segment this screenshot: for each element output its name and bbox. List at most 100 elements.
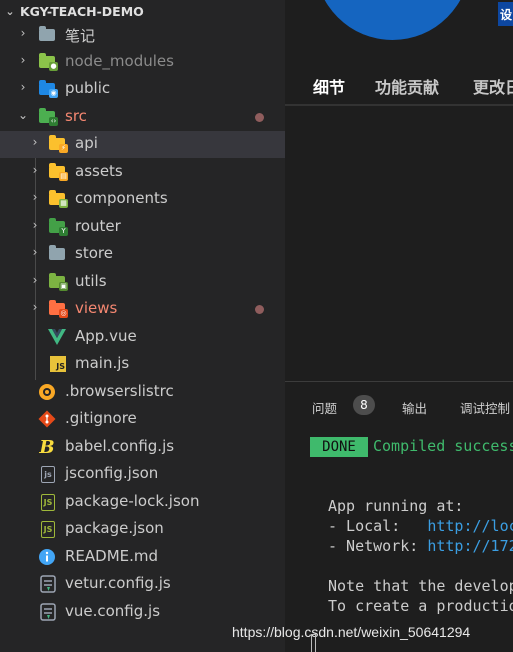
root-folder-label: KGY-TEACH-DEMO [20,3,144,19]
nodejs-icon: JS [39,493,57,511]
compiled-message: Compiled successfully [373,437,513,455]
tree-item-src[interactable]: ⌄ ‹› src [0,104,285,131]
tree-item-label: vue.config.js [65,602,161,620]
tree-item-label: vetur.config.js [65,574,171,592]
tree-item-label: main.js [75,354,130,372]
watermark-text: https://blog.csdn.net/weixin_50641294 [232,624,471,640]
tree-item-store[interactable]: › store [0,241,285,268]
tree-item-assets[interactable]: › ▤ assets [0,159,285,186]
browserslist-icon [38,383,56,401]
git-icon [38,410,56,428]
problems-count-badge: 8 [353,395,375,415]
chevron-down-icon: ⌄ [17,108,29,122]
modified-dot [255,113,264,122]
tree-item-notes[interactable]: › 笔记 [0,22,285,49]
api-folder-icon: ⚡ [48,135,68,153]
tree-item-label: src [65,107,87,125]
public-folder-icon: ◉ [38,80,58,98]
tree-item-vue-config[interactable]: vue.config.js [0,599,285,626]
config-file-icon [39,575,57,593]
tree-item-jsconfig[interactable]: js jsconfig.json [0,461,285,488]
app-running-line: App running at: [328,497,464,515]
tree-item-label: package.json [65,519,164,537]
chevron-right-icon: › [32,300,38,314]
tree-item-package-lock[interactable]: JS package-lock.json [0,489,285,516]
note-line: Note that the development build [328,577,513,595]
vue-icon [48,328,66,346]
tree-item-package-json[interactable]: JS package.json [0,516,285,543]
local-url-link[interactable]: http://localhost [427,517,513,535]
tree-item-label: router [75,217,121,235]
tree-item-label: utils [75,272,107,290]
tree-item-label: views [75,299,118,317]
jsconfig-icon: js [39,465,57,483]
modified-dot [255,305,264,314]
tab-output[interactable]: 输出 [402,398,427,417]
info-icon [38,548,56,566]
chevron-right-icon: › [20,80,26,94]
tree-item-api[interactable]: › ⚡ api [0,131,285,158]
extension-logo [315,0,470,40]
assets-folder-icon: ▤ [48,163,68,181]
tree-item-components[interactable]: › ▦ components [0,186,285,213]
tree-item-gitignore[interactable]: .gitignore [0,406,285,433]
chevron-right-icon: › [20,53,26,67]
folder-icon [48,245,66,263]
tab-changelog[interactable]: 更改日 [473,74,513,98]
chevron-right-icon: › [32,218,38,232]
network-label: - Network: [328,537,428,555]
extension-detail-tabs: 细节 功能贡献 更改日 [285,74,513,106]
tree-item-readme[interactable]: README.md [0,544,285,571]
tree-item-public[interactable]: › ◉ public [0,76,285,103]
tree-item-label: 笔记 [65,27,96,45]
node-folder-icon: ● [38,53,58,71]
folder-icon [38,26,56,44]
tree-item-label: .browserslistrc [65,382,174,400]
babel-icon: B [39,436,55,458]
tree-item-label: jsconfig.json [65,464,159,482]
tree-item-label: assets [75,162,123,180]
tree-item-label: store [75,244,113,262]
chevron-down-icon: ⌄ [5,4,15,18]
tree-item-browserslistrc[interactable]: .browserslistrc [0,379,285,406]
tree-item-node-modules[interactable]: › ● node_modules [0,49,285,76]
tree-item-label: App.vue [75,327,137,345]
tree-item-babel-config[interactable]: B babel.config.js [0,434,285,461]
tree-item-label: api [75,134,98,152]
network-line: - Network: http://172 [328,537,513,555]
components-folder-icon: ▦ [48,190,68,208]
config-file-icon [39,603,57,621]
javascript-icon: JS [49,355,67,373]
tab-problems[interactable]: 问题 [312,398,337,417]
views-folder-icon: ◎ [48,300,68,318]
done-badge: DONE [310,437,368,457]
tree-item-main-js[interactable]: JS main.js [0,351,285,378]
router-folder-icon: Y [48,218,68,236]
chevron-right-icon: › [32,190,38,204]
tree-item-label: README.md [65,547,159,565]
local-line: - Local: http://localhost [328,517,513,535]
settings-sticker[interactable]: 设 [498,2,513,26]
tree-item-vetur-config[interactable]: vetur.config.js [0,571,285,598]
tree-item-label: components [75,189,168,207]
tree-item-utils[interactable]: › ▣ utils [0,269,285,296]
tree-item-views[interactable]: › ◎ views [0,296,285,323]
explorer-sidebar: ⌄ KGY-TEACH-DEMO › 笔记 › ● node_modules ›… [0,0,285,652]
chevron-right-icon: › [32,273,38,287]
tree-item-label: node_modules [65,52,174,70]
tree-item-router[interactable]: › Y router [0,214,285,241]
chevron-right-icon: › [32,163,38,177]
tab-details[interactable]: 细节 [313,74,345,98]
nodejs-icon: JS [39,520,57,538]
tree-item-app-vue[interactable]: App.vue [0,324,285,351]
chevron-right-icon: › [32,135,38,149]
local-label: - Local: [328,517,428,535]
utils-folder-icon: ▣ [48,273,68,291]
tree-item-label: babel.config.js [65,437,175,455]
explorer-root[interactable]: ⌄ KGY-TEACH-DEMO [0,0,285,22]
network-url-link[interactable]: http://172 [427,537,513,555]
tree-item-label: package-lock.json [65,492,200,510]
tab-debug-console[interactable]: 调试控制 [460,398,510,417]
chevron-right-icon: › [20,26,26,40]
tab-contributions[interactable]: 功能贡献 [375,74,439,98]
